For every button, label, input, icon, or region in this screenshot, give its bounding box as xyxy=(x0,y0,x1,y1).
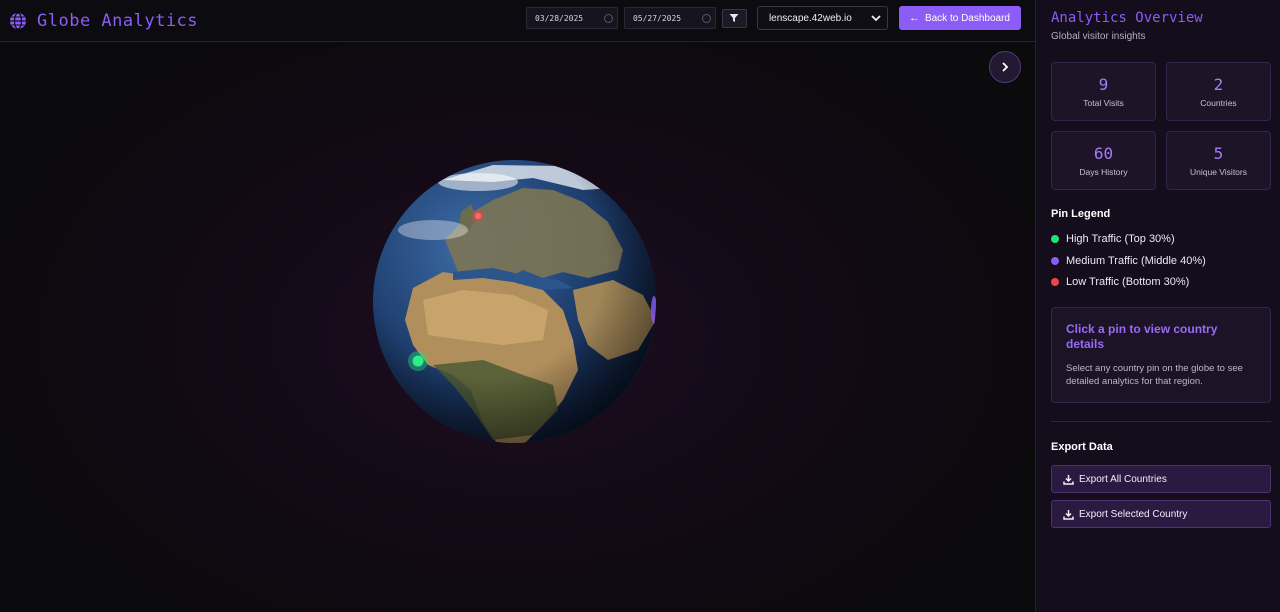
export-selected-label: Export Selected Country xyxy=(1079,508,1188,520)
legend-label: Low Traffic (Bottom 30%) xyxy=(1066,276,1190,288)
analytics-sidebar: Analytics Overview Global visitor insigh… xyxy=(1035,0,1280,612)
chevron-down-icon xyxy=(871,15,881,22)
back-to-dashboard-button[interactable]: ← Back to Dashboard xyxy=(898,6,1021,30)
app: Globe Analytics 03/28/2025 05/27/2025 le… xyxy=(0,0,1280,612)
legend-item-medium: Medium Traffic (Middle 40%) xyxy=(1051,255,1206,267)
stat-label: Countries xyxy=(1200,98,1237,108)
pin-legend-title: Pin Legend xyxy=(1051,208,1111,220)
globe-view: Globe Analytics 03/28/2025 05/27/2025 le… xyxy=(0,0,1035,612)
country-details-heading: Click a pin to view country details xyxy=(1066,322,1218,351)
chevron-right-icon xyxy=(1002,62,1009,72)
globe[interactable] xyxy=(373,160,656,443)
back-to-dashboard-label: Back to Dashboard xyxy=(924,12,1010,24)
filter-icon xyxy=(729,14,739,22)
download-icon xyxy=(1063,474,1074,485)
country-details-body: Select any country pin on the globe to s… xyxy=(1066,363,1243,387)
toolbar: 03/28/2025 05/27/2025 lenscape.42web.io xyxy=(525,6,1021,30)
stat-card-countries: 2 Countries xyxy=(1166,62,1271,121)
stat-label: Unique Visitors xyxy=(1189,167,1247,177)
download-icon xyxy=(1063,509,1074,520)
pin-europe-core[interactable] xyxy=(475,213,481,219)
legend-label: Medium Traffic (Middle 40%) xyxy=(1066,255,1206,267)
pin-west-africa[interactable] xyxy=(412,355,424,367)
arrow-left-icon: ← xyxy=(908,12,920,24)
stat-card-total-visits: 9 Total Visits xyxy=(1051,62,1156,121)
brand: Globe Analytics xyxy=(9,11,198,31)
app-title: Globe Analytics xyxy=(37,10,199,31)
toggle-sidebar-button[interactable] xyxy=(989,51,1021,83)
start-date-value: 03/28/2025 xyxy=(534,13,584,23)
legend-dot-low xyxy=(1051,278,1059,286)
sidebar-subtitle: Global visitor insights xyxy=(1051,31,1146,42)
export-selected-country-button[interactable]: Export Selected Country xyxy=(1051,500,1271,528)
export-all-countries-button[interactable]: Export All Countries xyxy=(1051,465,1271,493)
export-title: Export Data xyxy=(1051,441,1113,453)
stat-value: 2 xyxy=(1213,75,1224,94)
end-date-input[interactable]: 05/27/2025 xyxy=(623,7,716,29)
calendar-icon[interactable] xyxy=(701,13,711,23)
country-details-card: Click a pin to view country details Sele… xyxy=(1051,307,1271,403)
earth-globe[interactable] xyxy=(373,160,656,443)
end-date-value: 05/27/2025 xyxy=(632,13,682,23)
stat-card-days-history: 60 Days History xyxy=(1051,131,1156,190)
top-bar: Globe Analytics 03/28/2025 05/27/2025 le… xyxy=(0,0,1035,42)
start-date-input[interactable]: 03/28/2025 xyxy=(525,7,618,29)
legend-dot-medium xyxy=(1051,257,1059,265)
stat-value: 9 xyxy=(1098,75,1109,94)
site-select[interactable]: lenscape.42web.io xyxy=(756,6,888,30)
legend-label: High Traffic (Top 30%) xyxy=(1066,233,1175,245)
site-select-value: lenscape.42web.io xyxy=(768,12,852,24)
stat-card-unique-visitors: 5 Unique Visitors xyxy=(1166,131,1271,190)
legend-dot-high xyxy=(1051,235,1059,243)
sidebar-title: Analytics Overview xyxy=(1051,10,1203,26)
globe-icon xyxy=(10,11,26,30)
filter-button[interactable] xyxy=(721,8,747,28)
stat-label: Total Visits xyxy=(1083,98,1124,108)
export-all-label: Export All Countries xyxy=(1079,473,1167,485)
stat-value: 60 xyxy=(1093,144,1114,163)
calendar-icon[interactable] xyxy=(603,13,613,23)
legend-item-low: Low Traffic (Bottom 30%) xyxy=(1051,276,1189,288)
divider xyxy=(1051,421,1271,422)
stat-label: Days History xyxy=(1079,167,1128,177)
legend-item-high: High Traffic (Top 30%) xyxy=(1051,233,1175,245)
stat-value: 5 xyxy=(1213,144,1224,163)
